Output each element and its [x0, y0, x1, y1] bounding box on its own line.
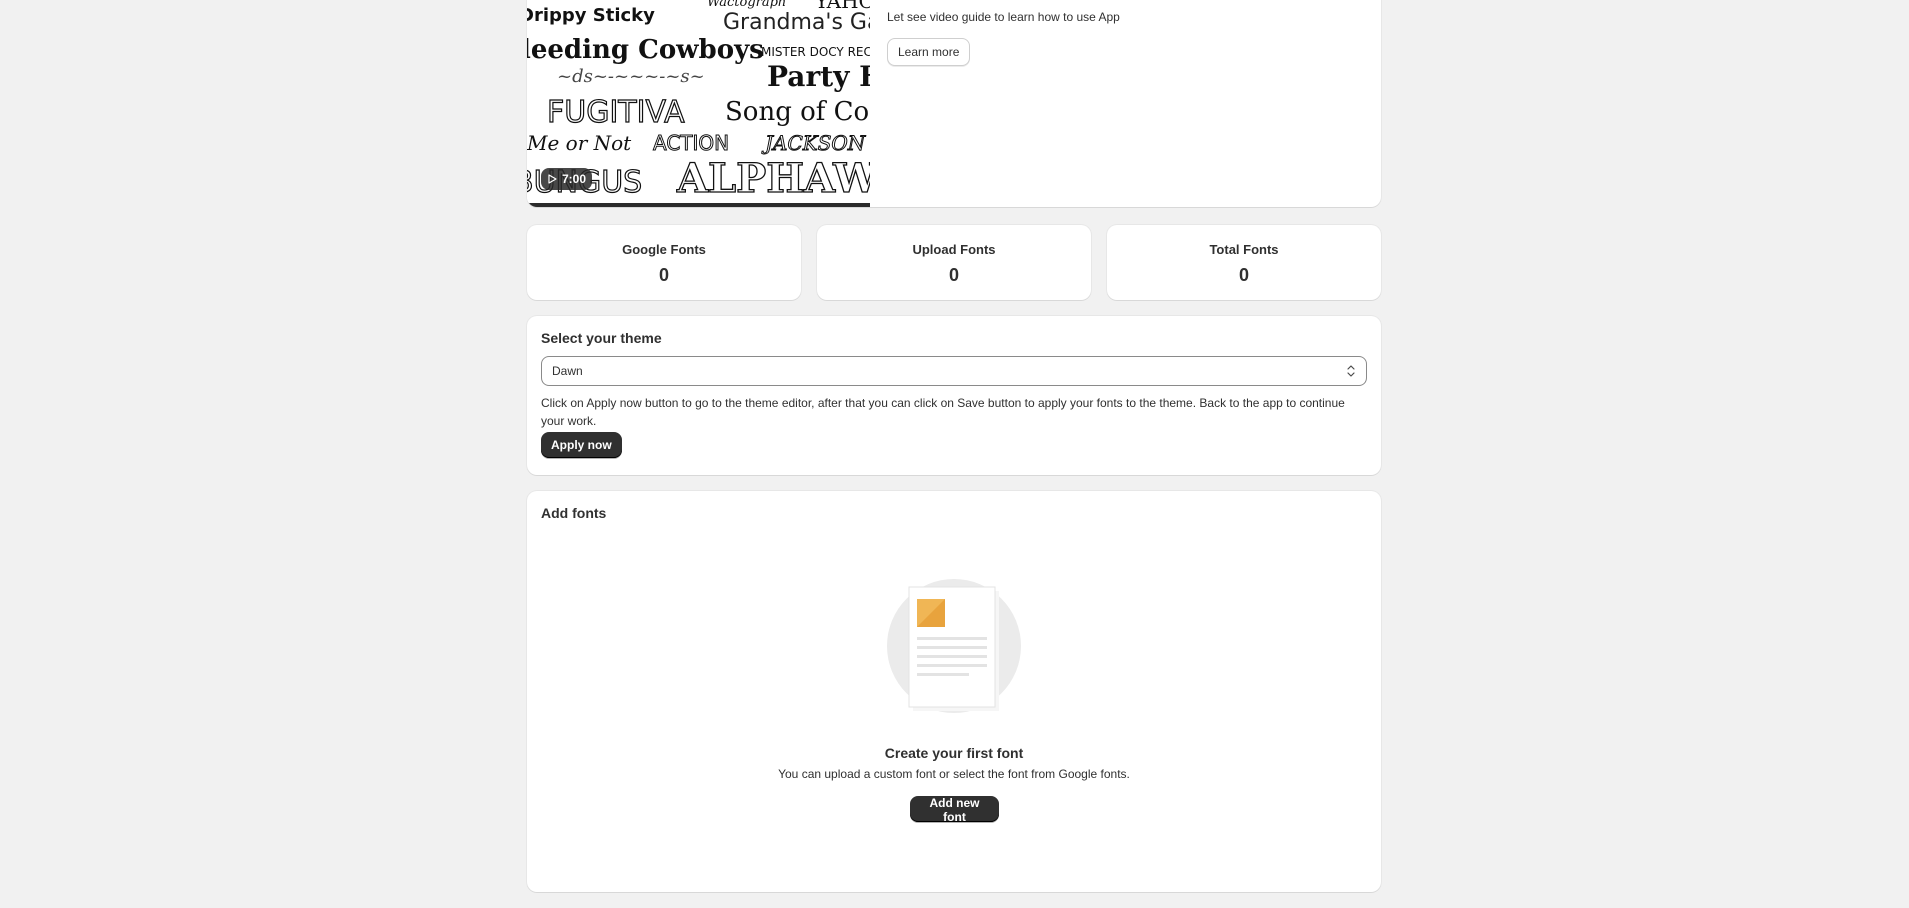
thumb-word: JACKSON	[761, 131, 867, 155]
empty-state-title: Create your first font	[884, 745, 1024, 761]
stat-value: 0	[658, 265, 669, 285]
theme-card: Select your theme Dawn Click on Apply no…	[527, 316, 1381, 475]
stat-total-fonts: Total Fonts 0	[1107, 225, 1381, 300]
add-fonts-title: Add fonts	[541, 505, 607, 521]
thumb-word: FUGITIVA	[547, 95, 685, 130]
video-guide-card: Wactograph YAHO Drippy Sticky Grandma's …	[527, 0, 1381, 207]
video-description: Let see video guide to learn how to use …	[887, 10, 1120, 24]
thumb-word: Bleeding Cowboys	[527, 35, 764, 65]
stat-value: 0	[1238, 265, 1249, 285]
stat-value: 0	[948, 265, 959, 285]
apply-now-button[interactable]: Apply now	[541, 432, 622, 458]
stat-label: Upload Fonts	[912, 242, 996, 257]
play-icon	[546, 173, 558, 185]
thumb-word: Grandma's Gar	[723, 10, 870, 35]
theme-select-value: Dawn	[552, 364, 583, 378]
add-fonts-card: Add fonts Create your first font You can…	[527, 491, 1381, 892]
learn-more-button[interactable]: Learn more	[887, 38, 971, 66]
thumb-word: MISTER DOCY RECU	[761, 45, 870, 59]
video-thumbnail[interactable]: Wactograph YAHO Drippy Sticky Grandma's …	[527, 0, 870, 207]
thumb-word: Song of Con	[725, 97, 870, 127]
empty-state-description: You can upload a custom font or select t…	[778, 767, 1130, 781]
svg-text:~ds~-~~~-~s~: ~ds~-~~~-~s~	[557, 66, 705, 87]
document-illustration	[887, 579, 1021, 713]
thumb-word: Drippy Sticky	[527, 5, 655, 26]
stat-google-fonts: Google Fonts 0	[527, 225, 801, 300]
theme-card-title: Select your theme	[541, 330, 662, 346]
theme-help-text: Click on Apply now button to go to the t…	[541, 396, 1345, 428]
thumb-word: ACTION	[653, 131, 729, 155]
video-progress-bar	[527, 203, 870, 207]
select-chevrons-icon	[1346, 363, 1356, 384]
add-new-font-button[interactable]: Add new font	[910, 796, 999, 824]
thumb-word: Party Ho	[767, 60, 870, 93]
thumb-word: Wactograph	[707, 0, 786, 10]
thumb-word: Me or Not	[527, 131, 632, 155]
thumb-word: ALPHAWO	[676, 155, 870, 202]
stat-upload-fonts: Upload Fonts 0	[817, 225, 1091, 300]
video-duration-badge: 7:00	[541, 168, 593, 190]
stat-label: Google Fonts	[622, 242, 706, 257]
stat-label: Total Fonts	[1209, 242, 1279, 257]
video-duration: 7:00	[562, 172, 587, 186]
theme-select[interactable]: Dawn	[541, 356, 1367, 386]
